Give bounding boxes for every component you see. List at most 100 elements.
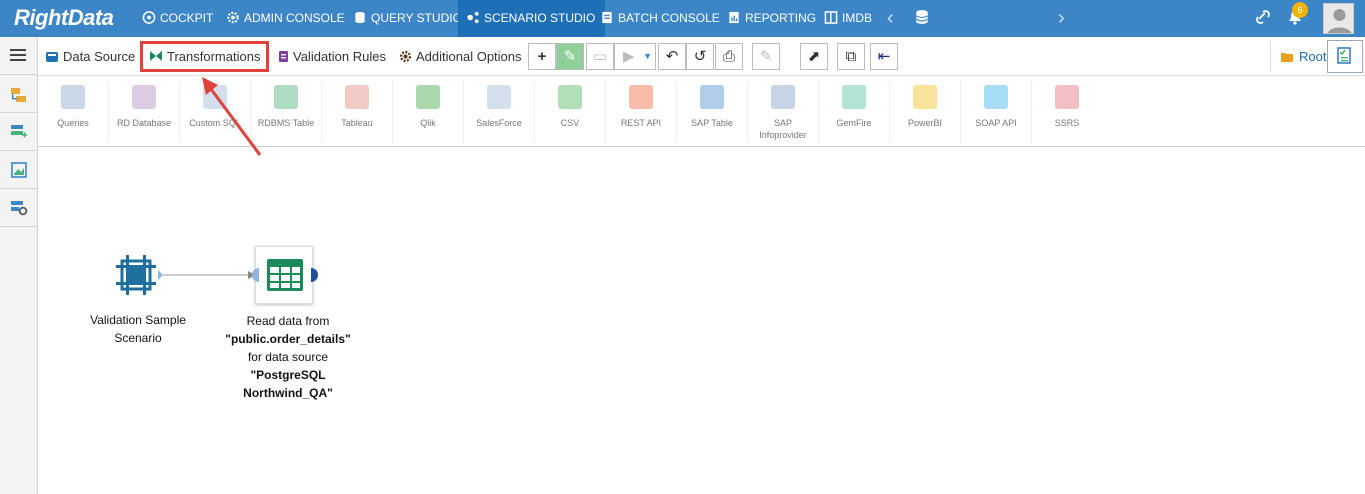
database-icon bbox=[355, 11, 365, 24]
tab-validation-rules-label: Validation Rules bbox=[293, 49, 386, 64]
scenario-canvas: Validation Sample Scenario Read data fro… bbox=[38, 148, 1365, 494]
notification-badge: 6 bbox=[1292, 2, 1308, 18]
qlik-icon bbox=[416, 85, 440, 109]
edit-disabled-button[interactable]: ✎ bbox=[752, 43, 780, 70]
nav-scenario-studio-label: SCENARIO STUDIO bbox=[484, 11, 596, 25]
ribbon-item-sap-table[interactable]: SAP Table bbox=[677, 83, 747, 143]
ribbon-separator bbox=[605, 81, 606, 143]
nav-reporting-label: REPORTING bbox=[745, 11, 817, 25]
root-button[interactable]: Root bbox=[1270, 41, 1332, 72]
gear-icon bbox=[227, 11, 239, 24]
ribbon-separator bbox=[676, 81, 677, 143]
ribbon-separator bbox=[321, 81, 322, 143]
powerbi-icon bbox=[913, 85, 937, 109]
ribbon-item-salesforce[interactable]: SalesForce bbox=[464, 83, 534, 143]
ribbon-item-csv[interactable]: CSV bbox=[535, 83, 605, 143]
ribbon-item-powerbi[interactable]: PowerBI bbox=[890, 83, 960, 143]
ribbon-item-gemfire[interactable]: GemFire bbox=[819, 83, 889, 143]
copy-icon: ⧉ bbox=[845, 48, 857, 65]
export-icon: ⎙ bbox=[722, 48, 735, 65]
monitor-icon: ▭ bbox=[592, 48, 608, 65]
batch-icon bbox=[602, 11, 612, 24]
history-button[interactable]: ↺ bbox=[686, 43, 714, 70]
external-link-icon: ⬈ bbox=[807, 48, 821, 65]
ribbon-separator bbox=[463, 81, 464, 143]
ribbon-separator bbox=[889, 81, 890, 143]
checklist-button[interactable] bbox=[1327, 40, 1363, 73]
nav-cockpit[interactable]: COCKPIT bbox=[142, 0, 213, 37]
ribbon-item-soap-api[interactable]: SOAP API bbox=[961, 83, 1031, 143]
annotation-arrow bbox=[202, 77, 262, 156]
tab-additional-options[interactable]: Additional Options bbox=[399, 45, 522, 69]
ribbon-item-rd-database[interactable]: RD Database bbox=[109, 83, 179, 143]
scenario-tab-bar: Data Source Transformations Validation R… bbox=[38, 37, 1365, 76]
undo-button[interactable]: ↶ bbox=[658, 43, 686, 70]
ribbon-item-label: SalesForce bbox=[476, 118, 522, 128]
output-port-icon[interactable] bbox=[311, 268, 319, 282]
tab-validation-rules[interactable]: Validation Rules bbox=[278, 45, 386, 69]
ribbon-separator bbox=[179, 81, 180, 143]
nav-admin-console[interactable]: ADMIN CONSOLE bbox=[226, 0, 345, 37]
nav-reporting[interactable]: REPORTING bbox=[727, 0, 816, 37]
ribbon-item-sap-infoprovider[interactable]: SAP Infoprovider bbox=[748, 83, 818, 143]
read-data-node[interactable] bbox=[252, 246, 318, 304]
nav-scroll-right-icon[interactable]: › bbox=[1058, 0, 1065, 37]
ribbon-item-tableau[interactable]: Tableau bbox=[322, 83, 392, 143]
nav-batch-console[interactable]: BATCH CONSOLE bbox=[600, 0, 720, 37]
scenario-node-icon[interactable] bbox=[116, 255, 156, 295]
nav-imdb-label: IMDB bbox=[842, 11, 872, 25]
ribbon-item-label: PowerBI bbox=[907, 118, 942, 128]
ribbon-item-rest-api[interactable]: REST API bbox=[606, 83, 676, 143]
input-port-icon[interactable] bbox=[251, 268, 259, 282]
tableau-icon bbox=[345, 85, 369, 109]
open-external-button[interactable]: ⬈ bbox=[800, 43, 828, 70]
nav-scroll-left-icon[interactable]: ‹ bbox=[887, 0, 894, 37]
sap-infoprovider-icon bbox=[771, 85, 795, 109]
nav-query-studio[interactable]: QUERY STUDIO bbox=[353, 0, 462, 37]
link-icon[interactable] bbox=[1256, 0, 1270, 37]
ribbon-item-label: CSV bbox=[560, 118, 580, 128]
ribbon-item-queries[interactable]: Queries bbox=[38, 83, 108, 143]
nav-imdb[interactable]: IMDB bbox=[824, 0, 872, 37]
read-data-line-3: for data source bbox=[247, 350, 329, 364]
gemfire-icon bbox=[842, 85, 866, 109]
export-button[interactable]: ⎙ bbox=[715, 43, 743, 70]
add-button[interactable]: + bbox=[528, 43, 556, 70]
add-scenario-button[interactable] bbox=[0, 113, 37, 151]
tab-additional-options-label: Additional Options bbox=[416, 49, 522, 64]
salesforce-icon bbox=[487, 85, 511, 109]
read-data-node-label: Read data from "public.order_details" fo… bbox=[208, 312, 368, 402]
ribbon-item-ssrs[interactable]: SSRS bbox=[1032, 83, 1102, 143]
tab-data-source[interactable]: Data Source bbox=[45, 45, 135, 69]
settings-button[interactable] bbox=[0, 189, 37, 227]
app-logo[interactable]: RightData bbox=[14, 5, 114, 31]
read-data-line-2: "public.order_details" bbox=[225, 332, 351, 346]
ribbon-item-label: Tableau bbox=[341, 118, 373, 128]
rdbms-table-icon bbox=[274, 85, 298, 109]
menu-button[interactable] bbox=[0, 37, 37, 75]
ribbon-item-label: GemFire bbox=[836, 118, 872, 128]
tab-data-source-label: Data Source bbox=[63, 49, 136, 64]
edit-button[interactable]: ✎ bbox=[556, 43, 584, 70]
ribbon-item-label: SSRS bbox=[1054, 118, 1080, 128]
folder-button[interactable] bbox=[0, 75, 37, 113]
copy-button[interactable]: ⧉ bbox=[837, 43, 865, 70]
preview-button[interactable]: ▭ bbox=[586, 43, 614, 70]
image-button[interactable] bbox=[0, 151, 37, 189]
ribbon-item-label: Qlik bbox=[420, 118, 436, 128]
collapse-button[interactable]: ⇤ bbox=[870, 43, 898, 70]
settings-list-icon bbox=[11, 201, 28, 216]
history-icon: ↺ bbox=[693, 48, 707, 65]
transformations-highlight-box bbox=[140, 41, 269, 72]
add-scenario-icon bbox=[11, 125, 27, 138]
cockpit-icon bbox=[142, 11, 156, 24]
ribbon-separator bbox=[747, 81, 748, 143]
ribbon-item-qlik[interactable]: Qlik bbox=[393, 83, 463, 143]
nav-more-database-icon[interactable] bbox=[914, 0, 930, 37]
read-data-line-1: Read data from bbox=[246, 314, 330, 328]
avatar[interactable] bbox=[1323, 3, 1354, 34]
data-source-icon bbox=[46, 52, 58, 62]
run-button[interactable]: ▶ ▼ bbox=[614, 43, 656, 70]
ribbon-separator bbox=[534, 81, 535, 143]
nav-scenario-studio[interactable]: SCENARIO STUDIO bbox=[458, 0, 606, 37]
